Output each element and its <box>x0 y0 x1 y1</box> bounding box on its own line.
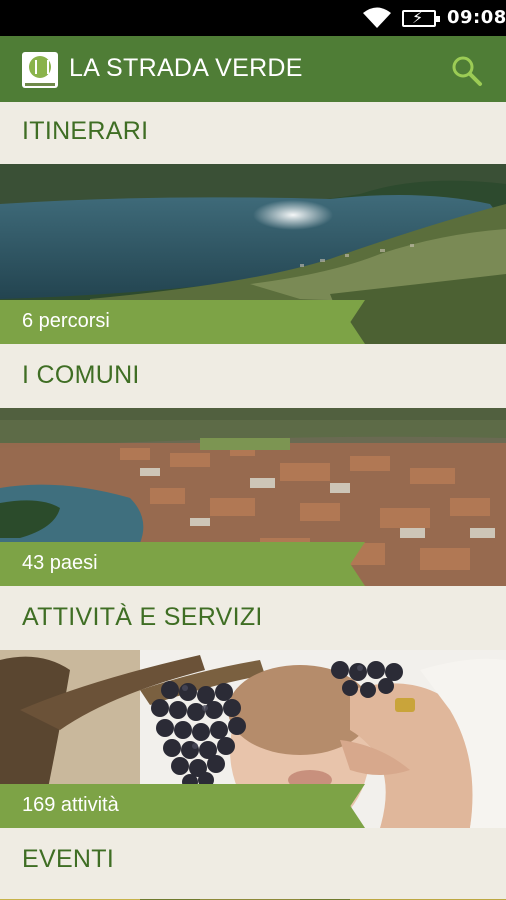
search-button[interactable] <box>450 54 484 88</box>
battery-icon: ⚡ <box>402 8 440 27</box>
count-label: 43 paesi <box>22 552 98 574</box>
count-label: 169 attività <box>22 794 119 816</box>
section-title: I COMUNI <box>22 361 140 389</box>
banner-comuni[interactable]: 43 paesi <box>0 408 506 586</box>
app-title: LA STRADA VERDE <box>69 54 303 82</box>
wifi-icon <box>362 6 392 34</box>
app-logo <box>22 52 58 88</box>
app-bar: LA STRADA VERDE <box>0 36 506 102</box>
section-header-itinerari[interactable]: ITINERARI <box>0 102 506 164</box>
search-icon <box>452 56 482 86</box>
section-title: ITINERARI <box>22 117 149 145</box>
count-ribbon: 169 attività <box>0 784 365 828</box>
section-header-eventi[interactable]: EVENTI <box>0 830 506 892</box>
count-label: 6 percorsi <box>22 310 110 332</box>
status-bar: ⚡ 09:08 <box>0 0 506 36</box>
banner-attivita[interactable]: 169 attività <box>0 650 506 828</box>
banner-itinerari[interactable]: 6 percorsi <box>0 164 506 344</box>
count-ribbon: 43 paesi <box>0 542 365 586</box>
section-header-attivita[interactable]: ATTIVITÀ E SERVIZI <box>0 588 506 650</box>
banner-eventi[interactable] <box>0 892 506 900</box>
section-header-comuni[interactable]: I COMUNI <box>0 346 506 408</box>
section-title: EVENTI <box>22 845 115 873</box>
count-ribbon: 6 percorsi <box>0 300 365 344</box>
status-time: 09:08 <box>447 7 506 28</box>
section-title: ATTIVITÀ E SERVIZI <box>22 603 263 631</box>
